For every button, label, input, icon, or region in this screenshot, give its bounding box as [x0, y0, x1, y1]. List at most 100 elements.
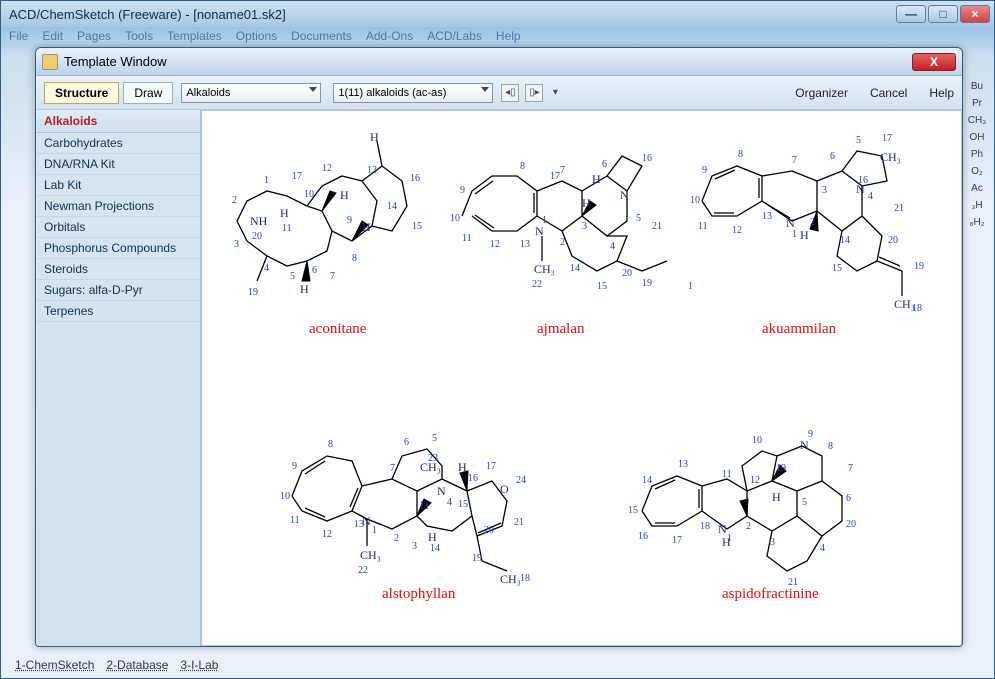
svg-text:19: 19 [472, 553, 482, 564]
rt-o2[interactable]: O₂ [964, 166, 990, 177]
rt-3h[interactable]: ₃H [964, 200, 990, 211]
rt-8h2[interactable]: ₈H₂ [964, 217, 990, 228]
template-window-dialog: Template Window X Structure Draw Alkaloi… [35, 47, 963, 647]
svg-text:2: 2 [746, 521, 751, 532]
rt-bu[interactable]: Bu [964, 81, 990, 92]
tab-draw[interactable]: Draw [123, 82, 173, 104]
menu-acdlabs[interactable]: ACD/Labs [427, 29, 482, 44]
svg-text:6: 6 [312, 265, 317, 276]
svg-text:7: 7 [792, 155, 797, 166]
menu-pages[interactable]: Pages [77, 29, 111, 44]
dialog-body: Alkaloids Carbohydrates DNA/RNA Kit Lab … [36, 110, 962, 646]
svg-text:10: 10 [752, 435, 762, 446]
rt-oh[interactable]: OH [964, 132, 990, 143]
page-combo[interactable]: 1(11) alkaloids (ac-as) [333, 83, 493, 103]
nav-tool-icons: ◂▯ ▯▸ ▾ [501, 84, 561, 102]
svg-text:5: 5 [432, 433, 437, 444]
menu-documents[interactable]: Documents [291, 29, 352, 44]
svg-text:20: 20 [846, 519, 856, 530]
label-aspidofractinine: aspidofractinine [722, 586, 819, 603]
sidebar-item-carbohydrates[interactable]: Carbohydrates [36, 133, 200, 154]
svg-text:CH₃: CH₃ [880, 150, 901, 164]
sidebar-item-newman[interactable]: Newman Projections [36, 196, 200, 217]
svg-text:17: 17 [882, 133, 892, 144]
rt-ch3[interactable]: CH₃ [964, 115, 990, 126]
svg-text:6: 6 [830, 151, 835, 162]
svg-text:22: 22 [532, 279, 542, 290]
svg-text:3: 3 [582, 221, 587, 232]
tab-database[interactable]: 2-Database [106, 658, 168, 672]
svg-text:CH₃: CH₃ [534, 262, 555, 276]
svg-text:17: 17 [486, 461, 496, 472]
menu-file[interactable]: File [9, 29, 28, 44]
prev-page-icon[interactable]: ◂▯ [501, 84, 519, 102]
minimize-button[interactable]: — [896, 5, 926, 23]
structure-ajmalan[interactable]: N N CH₃ H H 18 9 10 11 12 13 8 1 7 2 3 4 [442, 121, 692, 341]
sidebar-item-phosphorus[interactable]: Phosphorus Compounds [36, 238, 200, 259]
menu-help[interactable]: Help [496, 29, 521, 44]
sidebar-item-labkit[interactable]: Lab Kit [36, 175, 200, 196]
svg-text:16: 16 [638, 531, 648, 542]
svg-text:N: N [620, 188, 629, 202]
sidebar-item-sugars[interactable]: Sugars: alfa-D-Pyr [36, 280, 200, 301]
svg-text:H: H [420, 498, 429, 512]
sidebar-item-steroids[interactable]: Steroids [36, 259, 200, 280]
svg-text:10: 10 [280, 491, 290, 502]
tab-chemsketch[interactable]: 1-ChemSketch [15, 658, 94, 672]
svg-text:20: 20 [888, 235, 898, 246]
menu-templates[interactable]: Templates [167, 29, 222, 44]
tab-structure[interactable]: Structure [44, 82, 119, 104]
dialog-app-icon [42, 54, 58, 70]
svg-text:3: 3 [770, 537, 775, 548]
svg-text:H: H [582, 196, 591, 210]
svg-text:3: 3 [234, 239, 239, 250]
svg-text:H: H [772, 490, 781, 504]
menu-options[interactable]: Options [236, 29, 277, 44]
dialog-titlebar: Template Window X [36, 48, 962, 76]
svg-text:8: 8 [738, 149, 743, 160]
close-button[interactable]: × [960, 5, 990, 23]
label-aconitane: aconitane [309, 321, 366, 338]
svg-text:10: 10 [690, 195, 700, 206]
svg-text:9: 9 [808, 429, 813, 440]
rt-ac[interactable]: Ac [964, 183, 990, 194]
toolbar-overflow-icon[interactable]: ▾ [549, 84, 561, 102]
svg-text:17: 17 [672, 535, 682, 546]
svg-text:15: 15 [597, 281, 607, 292]
sidebar-item-terpenes[interactable]: Terpenes [36, 301, 200, 322]
rt-ph[interactable]: Ph [964, 149, 990, 160]
svg-text:21: 21 [652, 221, 662, 232]
right-tool-strip: Bu Pr CH₃ OH Ph O₂ Ac ₃H ₈H₂ [964, 81, 990, 228]
svg-text:16: 16 [858, 175, 868, 186]
menu-edit[interactable]: Edit [42, 29, 63, 44]
next-page-icon[interactable]: ▯▸ [525, 84, 543, 102]
svg-text:15: 15 [458, 499, 468, 510]
maximize-button[interactable]: □ [928, 5, 958, 23]
svg-text:5: 5 [636, 213, 641, 224]
dialog-close-button[interactable]: X [912, 53, 956, 71]
sidebar-item-dnarna[interactable]: DNA/RNA Kit [36, 154, 200, 175]
label-ajmalan: ajmalan [537, 321, 584, 338]
svg-text:11: 11 [462, 233, 472, 244]
cancel-link[interactable]: Cancel [870, 86, 907, 100]
structure-aconitane[interactable]: NH H H H H H 2 1 3 4 5 7 6 8 9 10 11 [212, 121, 442, 331]
svg-text:21: 21 [514, 517, 524, 528]
rt-pr[interactable]: Pr [964, 98, 990, 109]
label-alstophyllan: alstophyllan [382, 586, 455, 603]
sidebar-item-orbitals[interactable]: Orbitals [36, 217, 200, 238]
svg-text:1: 1 [372, 525, 377, 536]
menu-addons[interactable]: Add-Ons [366, 29, 413, 44]
svg-text:19: 19 [248, 287, 258, 298]
menu-tools[interactable]: Tools [125, 29, 153, 44]
svg-text:17: 17 [550, 171, 560, 182]
organizer-link[interactable]: Organizer [795, 86, 848, 100]
dialog-title: Template Window [64, 54, 912, 69]
help-link[interactable]: Help [929, 86, 954, 100]
svg-text:N: N [437, 484, 446, 498]
category-combo[interactable]: Alkaloids [181, 83, 321, 103]
structure-akuammilan[interactable]: N N H CH₃ CH₃ 9 10 11 12 13 8 1 7 2 3 4 [682, 121, 942, 351]
svg-text:18: 18 [520, 573, 530, 584]
svg-text:13: 13 [762, 211, 772, 222]
svg-text:16: 16 [642, 153, 652, 164]
tab-ilab[interactable]: 3-I-Lab [180, 658, 218, 672]
